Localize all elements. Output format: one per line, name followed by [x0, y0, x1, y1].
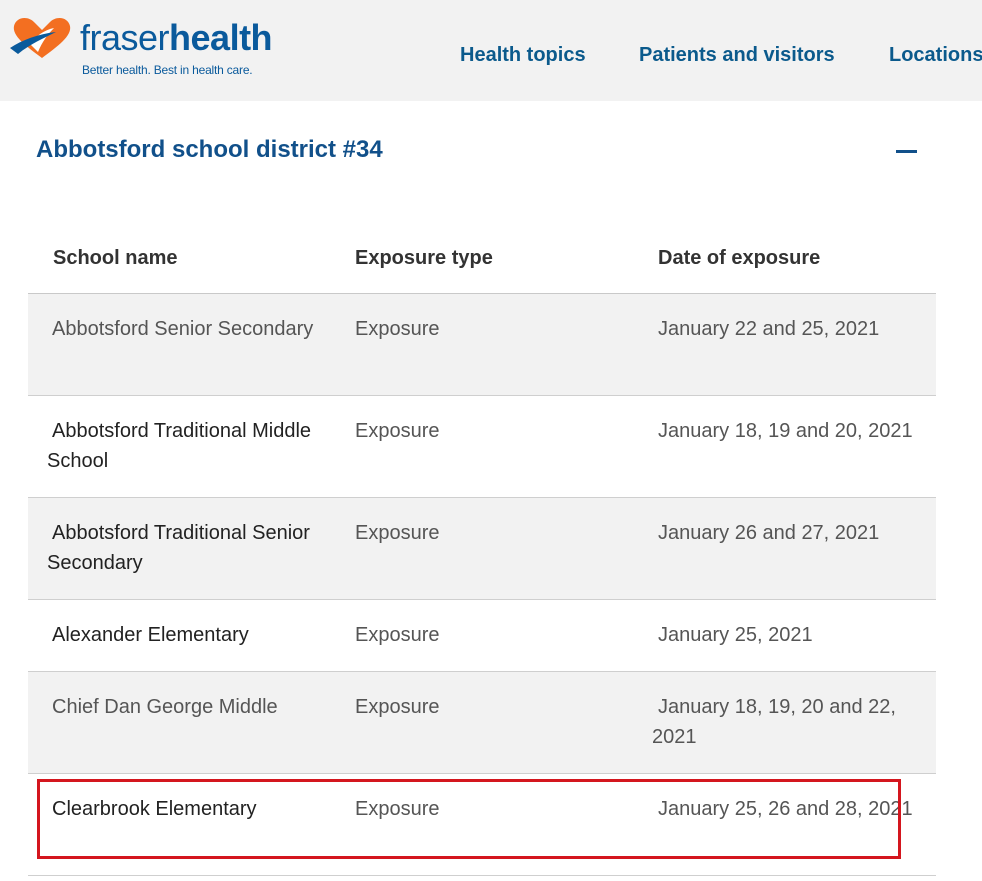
- nav-patients-visitors[interactable]: Patients and visitors: [639, 44, 835, 67]
- section-title[interactable]: Abbotsford school district #34: [36, 136, 383, 164]
- cell-exposure-type: Exposure: [355, 420, 440, 442]
- brand-tagline: Better health. Best in health care.: [82, 63, 253, 77]
- cell-school: Alexander Elementary: [52, 624, 249, 646]
- cell-date: January 26 and 27, 2021: [658, 522, 880, 544]
- cell-exposure-type: Exposure: [355, 318, 440, 340]
- table-row: Abbotsford Senior Secondary Exposure Jan…: [28, 294, 936, 396]
- cell-school: Abbotsford Traditional Senior Secondary: [47, 522, 310, 574]
- cell-date: January 22 and 25, 2021: [658, 318, 880, 340]
- nav-locations[interactable]: Locations: [889, 44, 982, 67]
- table-row: Abbotsford Traditional Middle School Exp…: [28, 396, 936, 498]
- cell-date: January 18, 19, 20 and 22, 2021: [652, 696, 896, 748]
- cell-school: Abbotsford Traditional Middle School: [47, 420, 312, 472]
- brand-light: fraser: [80, 17, 170, 58]
- brand-wordmark: fraserhealth: [80, 16, 273, 60]
- col-header-school: School name: [53, 247, 178, 269]
- cell-exposure-type: Exposure: [355, 696, 440, 718]
- table-row: Alexander Elementary Exposure January 25…: [28, 600, 936, 672]
- cell-exposure-type: Exposure: [355, 624, 440, 646]
- brand-bold: health: [169, 17, 273, 58]
- col-header-exposure-type: Exposure type: [355, 247, 493, 269]
- highlight-box: [37, 779, 901, 859]
- cell-school: Chief Dan George Middle: [52, 696, 278, 718]
- cell-date: January 18, 19 and 20, 2021: [658, 420, 913, 442]
- cell-exposure-type: Exposure: [355, 522, 440, 544]
- collapse-minus-icon[interactable]: [896, 150, 917, 153]
- fraserhealth-logo[interactable]: fraserhealth Better health. Best in heal…: [8, 12, 273, 82]
- table-header: School name Exposure type Date of exposu…: [28, 226, 936, 294]
- nav-health-topics[interactable]: Health topics: [460, 44, 586, 67]
- heart-logo-icon: [10, 17, 71, 58]
- site-header: fraserhealth Better health. Best in heal…: [0, 0, 982, 101]
- cell-school: Abbotsford Senior Secondary: [52, 318, 314, 340]
- table-row: Abbotsford Traditional Senior Secondary …: [28, 498, 936, 600]
- table-row: Chief Dan George Middle Exposure January…: [28, 672, 936, 774]
- cell-date: January 25, 2021: [658, 624, 813, 646]
- col-header-date: Date of exposure: [658, 247, 821, 269]
